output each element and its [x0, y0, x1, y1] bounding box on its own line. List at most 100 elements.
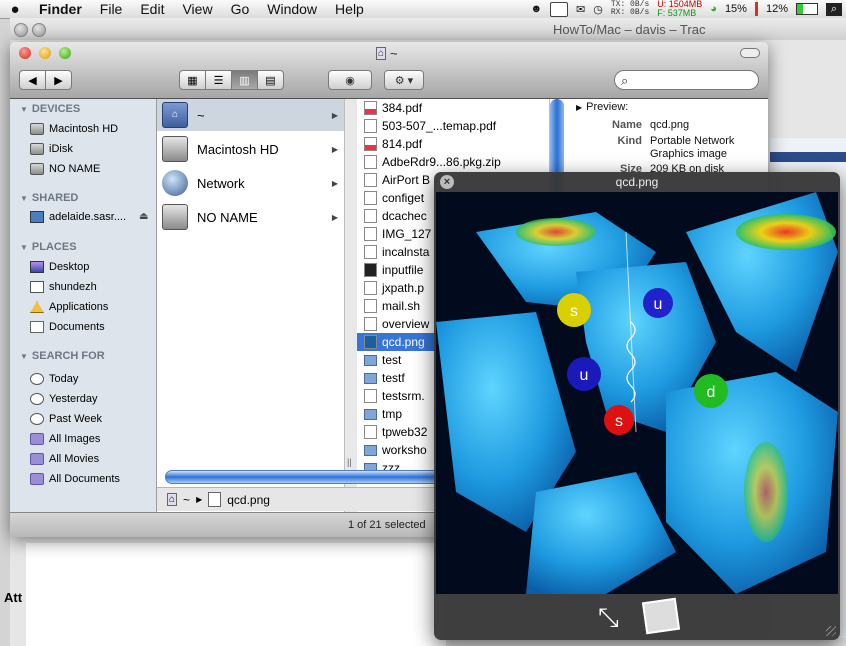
memory-pie-icon: ◕	[710, 3, 717, 15]
quick-look-title: qcd.png	[615, 175, 659, 189]
drive-icon	[162, 204, 188, 230]
file-row[interactable]: AdbeRdr9...86.pkg.zip	[357, 153, 549, 171]
memory-monitor[interactable]: U: 1504MB F: 537MB	[657, 0, 702, 18]
pdf-file-icon	[364, 137, 377, 151]
menu-window[interactable]: Window	[258, 1, 326, 17]
browser-column-1: ⌂ ~ ▶ Macintosh HD ▶ Network ▶ NO NAME ▶	[157, 99, 345, 512]
action-menu-button[interactable]: ⚙ ▾	[384, 70, 424, 90]
alien-icon[interactable]: ☻	[530, 3, 542, 15]
sidebar-item-no-name[interactable]: NO NAME	[30, 163, 100, 175]
sidebar-item-all-images[interactable]: All Images	[30, 433, 100, 445]
sidebar-section-search[interactable]: SEARCH FOR	[20, 350, 105, 362]
sidebar-item-past-week[interactable]: Past Week	[30, 413, 102, 425]
file-row[interactable]: 384.pdf	[357, 99, 549, 117]
menu-app-finder[interactable]: Finder	[30, 1, 91, 17]
mail-icon[interactable]: ✉	[576, 3, 585, 16]
quark-label: d	[707, 384, 716, 401]
close-button[interactable]	[19, 47, 31, 59]
path-separator-icon: ▶	[196, 495, 203, 504]
column-resize-handle[interactable]: ||	[347, 457, 352, 467]
menu-file[interactable]: File	[91, 1, 132, 17]
column-item-no-name[interactable]: NO NAME ▶	[157, 201, 344, 233]
menu-help[interactable]: Help	[326, 1, 373, 17]
folder-icon	[364, 372, 377, 384]
path-root[interactable]: ~	[183, 493, 190, 507]
sidebar-item-applications[interactable]: Applications	[30, 301, 108, 313]
menu-edit[interactable]: Edit	[131, 1, 173, 17]
icon-view-icon[interactable]: ▦	[179, 70, 206, 90]
column-item-network[interactable]: Network ▶	[157, 167, 344, 199]
sidebar-section-places[interactable]: PLACES	[20, 241, 77, 253]
cpu-percent[interactable]: 15%	[725, 3, 747, 15]
energy-hotspot	[736, 214, 836, 250]
drive-icon	[30, 163, 44, 175]
png-file-icon	[208, 492, 222, 507]
network-globe-icon	[162, 170, 188, 196]
hard-drive-icon	[30, 123, 44, 135]
sidebar-item-idisk[interactable]: iDisk	[30, 143, 73, 155]
quark-label: u	[654, 296, 663, 313]
network-monitor[interactable]: TX: 0B/s RX: 0B/s	[611, 1, 649, 17]
search-field[interactable]: ⌕	[614, 70, 759, 90]
file-row[interactable]: 814.pdf	[357, 135, 549, 153]
sidebar-section-devices[interactable]: DEVICES	[20, 103, 80, 115]
sidebar-item-adelaide[interactable]: adelaide.sasr....	[30, 211, 126, 223]
sidebar-item-today[interactable]: Today	[30, 373, 78, 385]
applications-icon	[30, 301, 44, 313]
coverflow-view-icon[interactable]: ▤	[257, 70, 284, 90]
disclosure-arrow-icon: ▶	[331, 178, 338, 188]
sidebar-item-macintosh-hd[interactable]: Macintosh HD	[30, 123, 118, 135]
desktop-icon	[30, 261, 44, 273]
column-item-home[interactable]: ⌂ ~ ▶	[157, 99, 344, 131]
battery-icon	[796, 3, 818, 15]
bg-close-button[interactable]	[14, 23, 28, 37]
preview-disclosure[interactable]: Preview:	[576, 101, 628, 113]
sidebar-item-yesterday[interactable]: Yesterday	[30, 393, 98, 405]
spotlight-icon[interactable]: ⌕	[826, 2, 842, 16]
sidebar-item-desktop[interactable]: Desktop	[30, 261, 89, 273]
quick-look-button[interactable]: ◉	[328, 70, 372, 90]
view-mode-control: ▦ ☰ ▥ ▤	[179, 70, 284, 90]
quark-label: s	[615, 413, 623, 430]
toolbar-toggle-button[interactable]	[740, 48, 760, 58]
file-icon	[364, 389, 377, 403]
minimize-button[interactable]	[39, 47, 51, 59]
quick-look-footer: ⤡	[434, 594, 840, 640]
sidebar-item-documents[interactable]: Documents	[30, 321, 105, 333]
forward-button[interactable]: ▶	[45, 70, 72, 90]
menu-go[interactable]: Go	[222, 1, 259, 17]
energy-hotspot	[744, 442, 788, 542]
apple-menu-icon[interactable]: ●	[0, 1, 30, 18]
idisk-icon	[30, 143, 44, 155]
eject-icon[interactable]: ⏏	[139, 211, 148, 222]
quark-label: s	[570, 303, 578, 320]
sidebar-item-all-movies[interactable]: All Movies	[30, 453, 99, 465]
back-button[interactable]: ◀	[19, 70, 46, 90]
time-machine-icon[interactable]: ◷	[593, 3, 603, 16]
fullscreen-icon[interactable]: ⤡	[598, 602, 619, 634]
file-row[interactable]: 503-507_...temap.pdf	[357, 117, 549, 135]
folder-icon	[364, 408, 377, 420]
search-input[interactable]	[637, 73, 756, 87]
battery-percent[interactable]: 12%	[766, 3, 788, 15]
resize-handle-icon[interactable]	[826, 626, 836, 636]
computer-icon	[30, 211, 44, 223]
add-to-iphoto-icon[interactable]	[641, 597, 681, 635]
sidebar-item-all-documents[interactable]: All Documents	[30, 473, 120, 485]
bg-minimize-button[interactable]	[32, 23, 46, 37]
file-icon	[364, 299, 377, 313]
column-item-macintosh-hd[interactable]: Macintosh HD ▶	[157, 133, 344, 165]
list-view-icon[interactable]: ☰	[205, 70, 232, 90]
finder-toolbar: ⌂ ~ ◀ ▶ ▦ ☰ ▥ ▤ ◉ ⚙ ▾ ⌕	[10, 42, 768, 99]
zoom-button[interactable]	[59, 47, 71, 59]
menu-view[interactable]: View	[173, 1, 221, 17]
file-icon	[364, 191, 377, 205]
sidebar-section-shared[interactable]: SHARED	[20, 192, 78, 204]
calendar-icon[interactable]	[550, 1, 569, 17]
smart-folder-icon	[30, 473, 44, 485]
browser-page-content	[26, 543, 446, 646]
close-icon[interactable]: ×	[440, 175, 454, 189]
column-view-icon[interactable]: ▥	[231, 70, 258, 90]
path-file[interactable]: qcd.png	[227, 493, 270, 507]
sidebar-item-home[interactable]: shundezh	[30, 281, 97, 293]
